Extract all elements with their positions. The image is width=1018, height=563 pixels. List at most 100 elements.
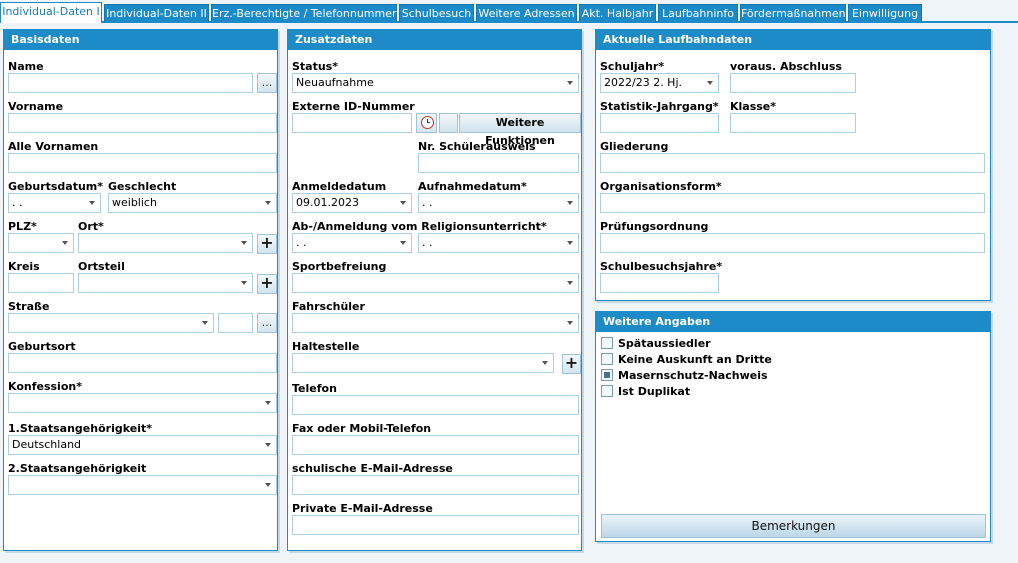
statistik-jahrgang-label: Statistik-Jahrgang* <box>600 100 719 113</box>
sportbefreiung-label: Sportbefreiung <box>292 260 387 273</box>
alarm-clock-button[interactable] <box>416 113 437 133</box>
klasse-label: Klasse* <box>730 100 777 113</box>
schuljahr-select[interactable]: 2022/23 2. Hj. <box>600 73 719 93</box>
tab-individual-daten-2[interactable]: Individual-Daten II <box>104 4 209 22</box>
chevron-down-icon <box>567 321 573 325</box>
plz-label: PLZ* <box>8 220 37 233</box>
ortsteil-label: Ortsteil <box>78 260 125 273</box>
statistik-jahrgang-input[interactable] <box>600 113 719 133</box>
zusatzdaten-title: Zusatzdaten <box>288 30 581 50</box>
abschluss-input[interactable] <box>730 73 856 93</box>
externe-id-input[interactable] <box>292 113 412 133</box>
keine-auskunft-label: Keine Auskunft an Dritte <box>618 353 772 366</box>
tab-erziehungsberechtigte[interactable]: Erz.-Berechtigte / Telefonnummern <box>211 4 403 22</box>
strasse-select[interactable] <box>8 313 214 333</box>
organisationsform-input[interactable] <box>600 193 985 213</box>
chevron-down-icon <box>62 241 68 245</box>
staat2-select[interactable] <box>8 475 277 495</box>
weitere-angaben-title: Weitere Angaben <box>596 312 990 332</box>
fahrschueler-label: Fahrschüler <box>292 300 365 313</box>
fahrschueler-select[interactable] <box>292 313 579 333</box>
spaetaussiedler-label: Spätaussiedler <box>618 337 711 350</box>
tab-foerdermassnahmen[interactable]: Fördermaßnahmen <box>740 4 846 22</box>
bemerkungen-button[interactable]: Bemerkungen <box>601 514 986 538</box>
vorname-input[interactable] <box>8 113 277 133</box>
chevron-down-icon <box>241 281 247 285</box>
status-select[interactable]: Neuaufnahme <box>292 73 579 93</box>
telefon-input[interactable] <box>292 395 579 415</box>
ist-duplikat-checkbox[interactable] <box>601 385 613 397</box>
laufbahndaten-panel: Aktuelle Laufbahndaten Schuljahr* 2022/2… <box>595 29 991 301</box>
staat2-label: 2.Staatsangehörigkeit <box>8 462 147 475</box>
tab-laufbahninfo[interactable]: Laufbahninfo <box>658 4 738 22</box>
strasse-lookup-button[interactable]: ... <box>257 313 277 333</box>
private-email-input[interactable] <box>292 515 579 535</box>
pruefungsordnung-label: Prüfungsordnung <box>600 220 709 233</box>
ist-duplikat-label: Ist Duplikat <box>618 385 691 398</box>
chevron-down-icon <box>567 241 573 245</box>
spaetaussiedler-checkbox[interactable] <box>601 337 613 349</box>
name-lookup-button[interactable]: ... <box>257 73 277 93</box>
name-label: Name <box>8 60 44 73</box>
schuelerausweis-input[interactable] <box>418 153 579 173</box>
add-ortsteil-button[interactable]: + <box>257 274 277 294</box>
schulbesuchsjahre-label: Schulbesuchsjahre* <box>600 260 723 273</box>
ort-select[interactable] <box>78 233 253 253</box>
status-label: Status* <box>292 60 338 73</box>
basisdaten-title: Basisdaten <box>4 30 277 50</box>
alle-vornamen-input[interactable] <box>8 153 277 173</box>
schulbesuchsjahre-input[interactable] <box>600 273 719 293</box>
haltestelle-label: Haltestelle <box>292 340 360 353</box>
strasse-label: Straße <box>8 300 50 313</box>
religion-abmeldung-picker[interactable]: . . <box>292 233 412 253</box>
geschlecht-select[interactable]: weiblich <box>108 193 277 213</box>
gliederung-input[interactable] <box>600 153 985 173</box>
tab-akt-halbjahr[interactable]: Akt. Halbjahr <box>579 4 656 22</box>
alle-vornamen-label: Alle Vornamen <box>8 140 99 153</box>
geburtsort-input[interactable] <box>8 353 277 373</box>
vorname-label: Vorname <box>8 100 64 113</box>
keine-auskunft-checkbox[interactable] <box>601 353 613 365</box>
chevron-down-icon <box>265 401 271 405</box>
aufnahmedatum-picker[interactable]: . . <box>418 193 579 213</box>
chevron-down-icon <box>265 443 271 447</box>
religion-anmeldung-picker[interactable]: . . <box>418 233 579 253</box>
konfession-select[interactable] <box>8 393 277 413</box>
sportbefreiung-select[interactable] <box>292 273 579 293</box>
pruefungsordnung-input[interactable] <box>600 233 985 253</box>
haltestelle-select[interactable] <box>292 353 554 373</box>
kreis-input[interactable] <box>8 273 74 293</box>
weitere-angaben-panel: Weitere Angaben Spätaussiedler Keine Aus… <box>595 311 991 542</box>
fax-input[interactable] <box>292 435 579 455</box>
anmeldedatum-picker[interactable]: 09.01.2023 <box>292 193 412 213</box>
add-ort-button[interactable]: + <box>257 234 277 254</box>
fax-label: Fax oder Mobil-Telefon <box>292 422 432 435</box>
add-haltestelle-button[interactable]: + <box>562 354 581 374</box>
chevron-down-icon <box>567 281 573 285</box>
tab-einwilligung[interactable]: Einwilligung <box>848 4 922 22</box>
chevron-down-icon <box>707 81 713 85</box>
tab-bar: Individual-Daten I Individual-Daten II E… <box>0 0 1018 23</box>
hausnummer-input[interactable] <box>218 313 253 333</box>
tab-weitere-adressen[interactable]: Weitere Adressen <box>476 4 577 22</box>
geburtsdatum-picker[interactable]: . . <box>8 193 101 213</box>
kreis-label: Kreis <box>8 260 40 273</box>
schulische-email-label: schulische E-Mail-Adresse <box>292 462 453 475</box>
chevron-down-icon <box>567 81 573 85</box>
name-input[interactable] <box>8 73 253 93</box>
geschlecht-label: Geschlecht <box>108 180 177 193</box>
masernschutz-checkbox[interactable] <box>601 369 613 381</box>
alarm-clock-icon <box>421 116 434 129</box>
weitere-funktionen-button[interactable]: Weitere Funktionen <box>459 113 581 147</box>
staat1-select[interactable]: Deutschland <box>8 435 277 455</box>
blank-button[interactable] <box>439 113 458 133</box>
chevron-down-icon <box>202 321 208 325</box>
plz-select[interactable] <box>8 233 74 253</box>
schulische-email-input[interactable] <box>292 475 579 495</box>
ortsteil-select[interactable] <box>78 273 253 293</box>
klasse-input[interactable] <box>730 113 856 133</box>
tab-individual-daten-1[interactable]: Individual-Daten I <box>0 2 102 23</box>
tab-schulbesuch[interactable]: Schulbesuch <box>399 4 474 22</box>
chevron-down-icon <box>567 201 573 205</box>
abschluss-label: voraus. Abschluss <box>730 60 842 73</box>
